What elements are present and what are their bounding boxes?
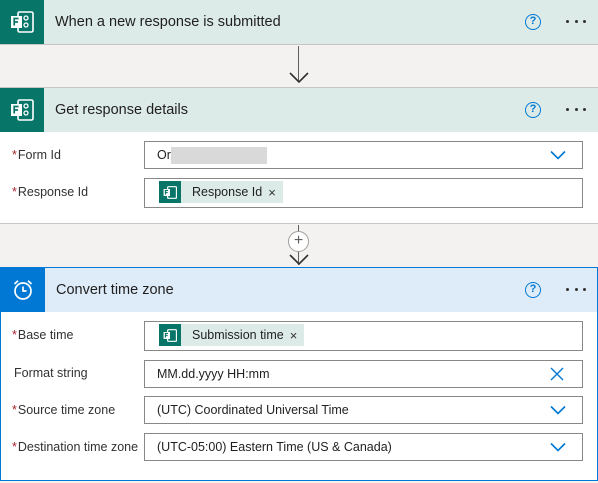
- convert-title: Convert time zone: [56, 282, 174, 298]
- get-response-card[interactable]: Get response details ? *Form Id Or *Resp…: [0, 87, 598, 224]
- connector-arrow-icon: [289, 72, 309, 84]
- more-options-icon[interactable]: [566, 18, 586, 24]
- chevron-down-icon[interactable]: [550, 405, 566, 415]
- microsoft-forms-icon: [159, 181, 181, 203]
- more-options-icon[interactable]: [566, 106, 586, 112]
- form-id-label: *Form Id: [12, 148, 61, 162]
- remove-token-icon[interactable]: ×: [290, 328, 298, 343]
- format-string-label: Format string: [14, 366, 88, 380]
- clear-icon[interactable]: [550, 367, 564, 381]
- chevron-down-icon[interactable]: [550, 150, 566, 160]
- destination-time-zone-dropdown[interactable]: (UTC-05:00) Eastern Time (US & Canada): [144, 433, 583, 461]
- alarm-clock-icon: [1, 268, 45, 312]
- trigger-card[interactable]: When a new response is submitted ?: [0, 0, 598, 45]
- redacted-area: [171, 147, 267, 164]
- token-label: Response Id: [192, 185, 263, 199]
- more-options-icon[interactable]: [566, 286, 586, 292]
- form-id-value: Or: [157, 148, 171, 162]
- help-icon[interactable]: ?: [525, 102, 541, 118]
- chevron-down-icon[interactable]: [550, 442, 566, 452]
- token-label: Submission time: [192, 328, 284, 342]
- trigger-header[interactable]: When a new response is submitted ?: [0, 0, 598, 44]
- add-step-button[interactable]: +: [288, 231, 309, 252]
- help-icon[interactable]: ?: [525, 282, 541, 298]
- base-time-field[interactable]: Submission time ×: [144, 321, 583, 351]
- trigger-title: When a new response is submitted: [55, 14, 281, 30]
- source-time-zone-label: *Source time zone: [12, 403, 116, 417]
- destination-time-zone-value: (UTC-05:00) Eastern Time (US & Canada): [157, 440, 392, 454]
- destination-time-zone-label: *Destination time zone: [12, 440, 139, 454]
- convert-time-zone-card[interactable]: Convert time zone ? *Base time Submissio…: [0, 267, 598, 481]
- remove-token-icon[interactable]: ×: [268, 185, 276, 200]
- get-response-title: Get response details: [55, 102, 188, 118]
- response-id-label: *Response Id: [12, 185, 89, 199]
- microsoft-forms-icon: [0, 0, 44, 44]
- format-string-input[interactable]: MM.dd.yyyy HH:mm: [144, 360, 583, 388]
- help-icon[interactable]: ?: [525, 14, 541, 30]
- dynamic-content-token[interactable]: Submission time ×: [159, 324, 305, 346]
- convert-header[interactable]: Convert time zone ?: [1, 268, 597, 312]
- format-string-value: MM.dd.yyyy HH:mm: [157, 367, 270, 381]
- dynamic-content-token[interactable]: Response Id ×: [159, 181, 283, 203]
- form-id-dropdown[interactable]: Or: [144, 141, 583, 169]
- microsoft-forms-icon: [159, 324, 181, 346]
- microsoft-forms-icon: [0, 88, 44, 132]
- response-id-field[interactable]: Response Id ×: [144, 178, 583, 208]
- get-response-header[interactable]: Get response details ?: [0, 88, 598, 132]
- base-time-label: *Base time: [12, 328, 74, 342]
- source-time-zone-dropdown[interactable]: (UTC) Coordinated Universal Time: [144, 396, 583, 424]
- source-time-zone-value: (UTC) Coordinated Universal Time: [157, 403, 349, 417]
- connector-arrow-icon: [289, 254, 309, 266]
